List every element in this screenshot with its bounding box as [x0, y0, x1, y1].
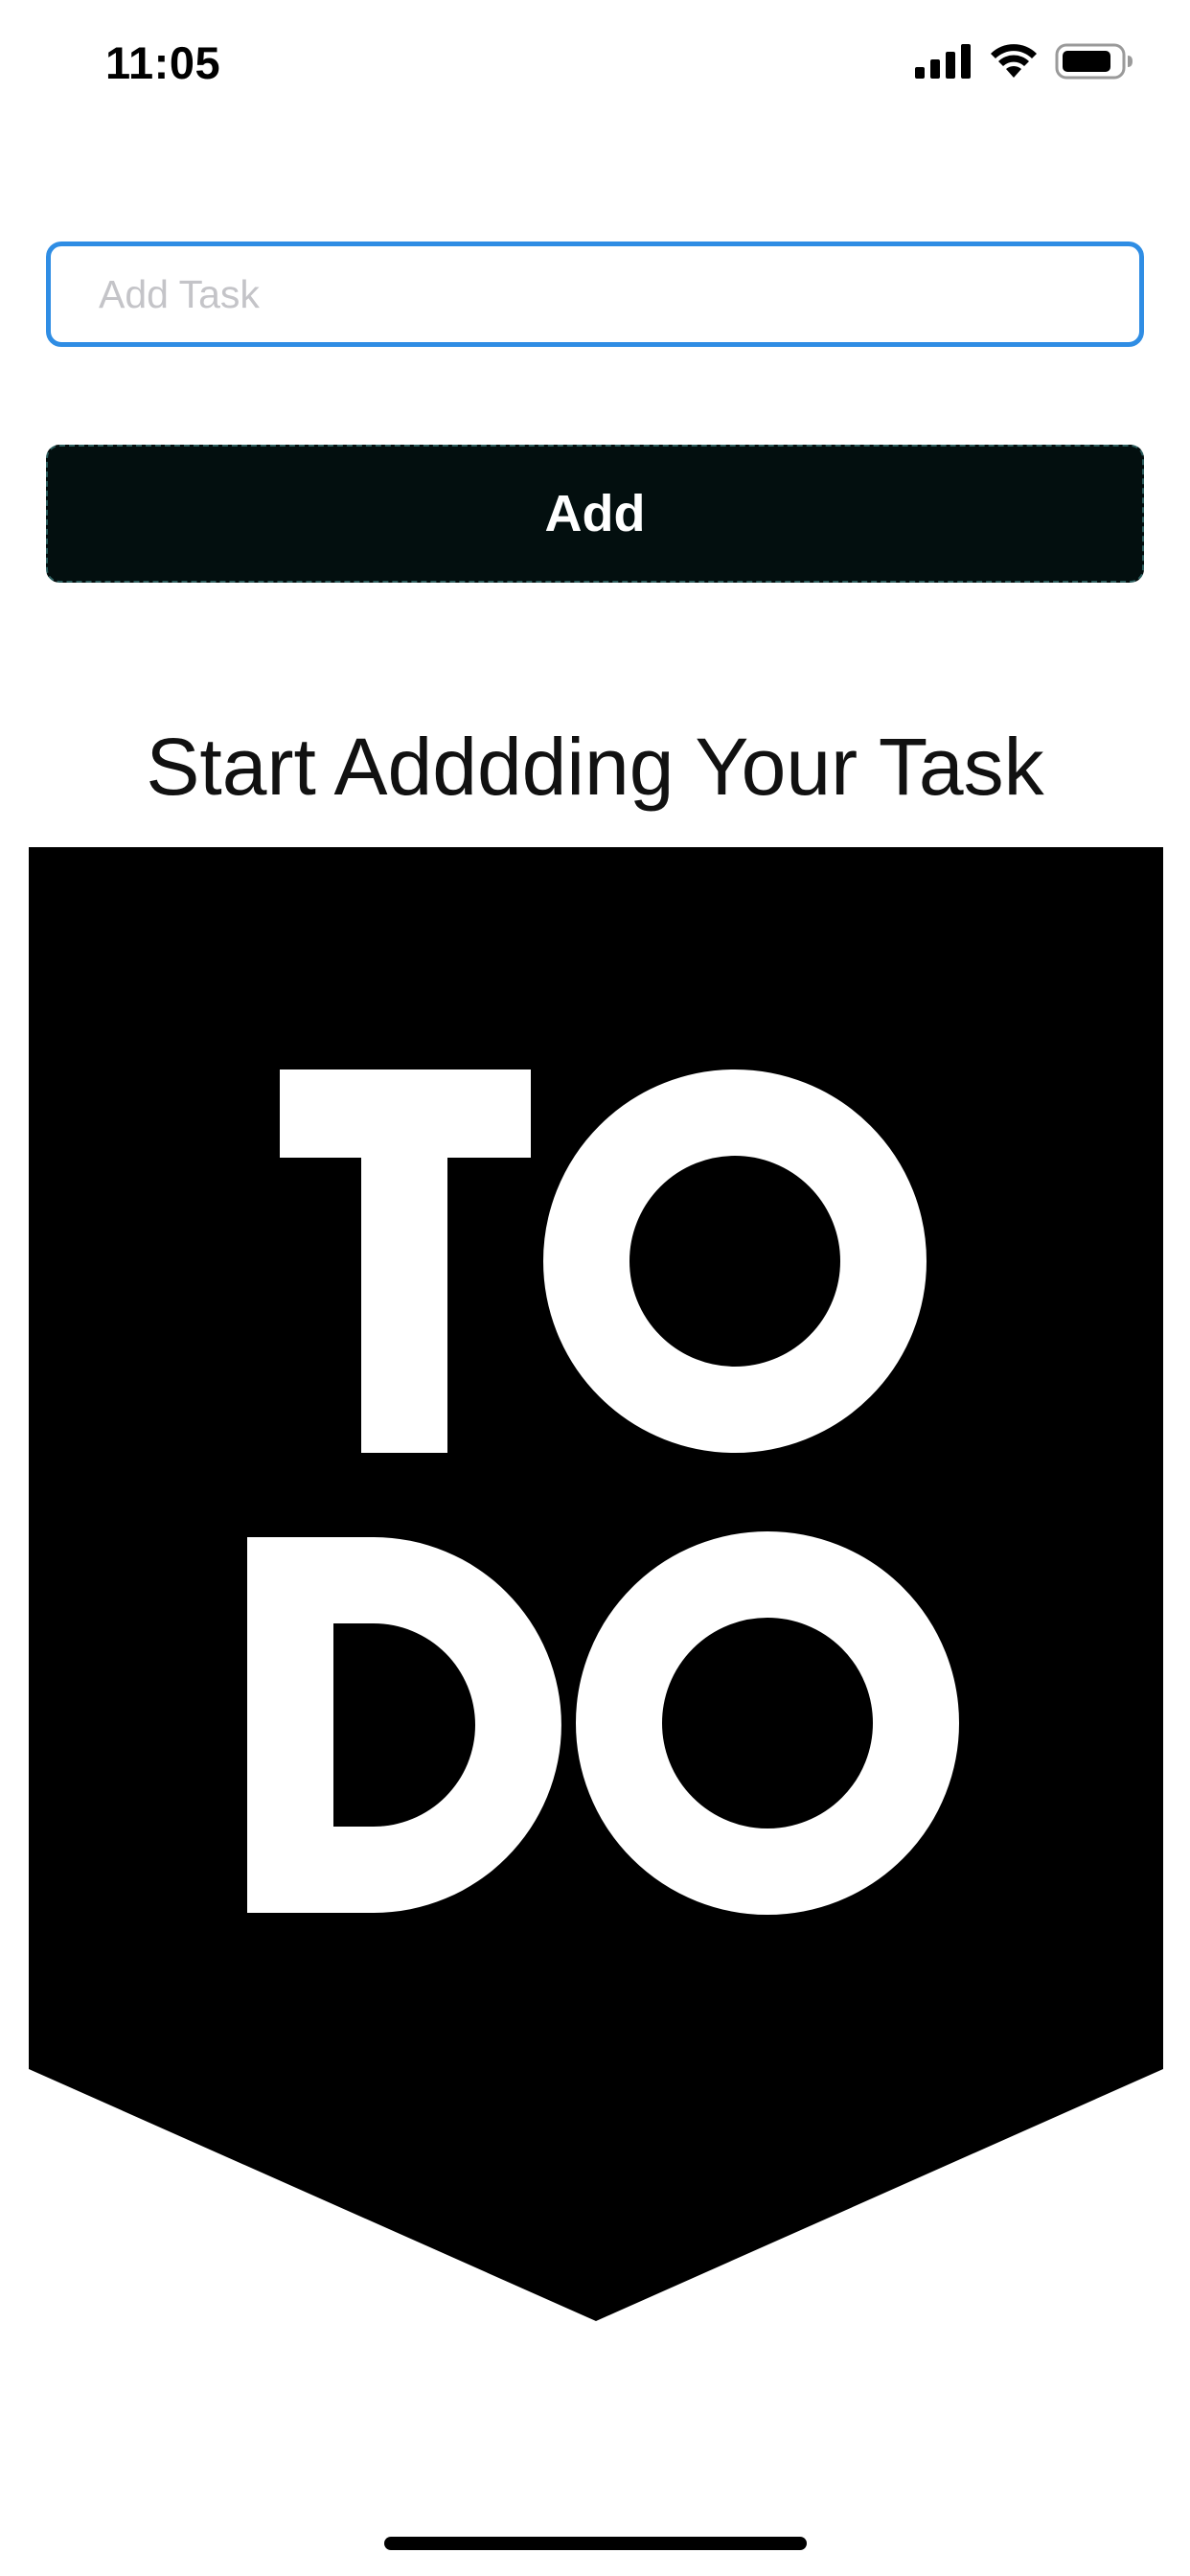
- home-indicator[interactable]: [384, 2537, 807, 2550]
- add-button[interactable]: Add: [46, 445, 1144, 583]
- battery-icon: [1055, 43, 1133, 80]
- status-bar: 11:05: [0, 0, 1190, 125]
- status-time: 11:05: [105, 37, 221, 88]
- todo-banner-logo: [29, 847, 1163, 2321]
- cellular-signal-icon: [915, 44, 971, 79]
- wifi-icon: [991, 44, 1037, 78]
- empty-state-heading: Start Adddding Your Task: [146, 722, 1044, 812]
- add-task-input[interactable]: [46, 242, 1144, 347]
- status-icons: [915, 42, 1133, 80]
- add-button-label: Add: [544, 485, 646, 542]
